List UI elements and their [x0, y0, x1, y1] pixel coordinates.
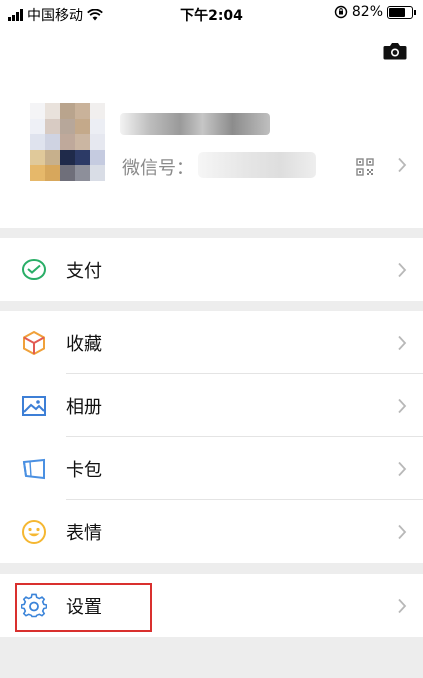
- avatar-pixel: [45, 103, 60, 119]
- cube-icon: [23, 330, 45, 355]
- avatar-pixel: [75, 149, 90, 166]
- battery-icon: [387, 5, 416, 19]
- avatar-pixel: [75, 103, 90, 119]
- card-icon: [22, 458, 45, 479]
- avatar-pixel: [75, 134, 90, 150]
- avatar-pixel: [90, 134, 105, 150]
- menu-label-stickers: 表情: [66, 522, 102, 544]
- battery-group: 82%: [334, 4, 416, 20]
- wallet-icon: [21, 258, 47, 280]
- battery-fill: [389, 7, 405, 17]
- group-pay: 支付: [0, 238, 423, 301]
- avatar-pixel: [60, 149, 75, 166]
- avatar-pixel: [45, 149, 60, 166]
- avatar-pixel: [60, 118, 75, 135]
- avatar-pixel: [45, 165, 60, 181]
- avatar-pixel: [90, 103, 105, 119]
- group-settings: 设置: [0, 574, 423, 637]
- avatar-pixel: [30, 134, 45, 150]
- qr-code-icon[interactable]: [356, 158, 374, 176]
- menu-item-cards[interactable]: 卡包: [0, 437, 423, 500]
- wechat-id-label: 微信号：: [122, 158, 194, 179]
- menu-label-favorites: 收藏: [66, 333, 102, 355]
- smile-icon: [22, 519, 46, 544]
- gear-icon: [21, 593, 47, 617]
- avatar-pixel: [60, 165, 75, 181]
- avatar-pixel: [90, 165, 105, 181]
- avatar-pixel: [90, 149, 105, 166]
- avatar-pixel: [75, 165, 90, 181]
- battery-percent: 82%: [351, 4, 383, 20]
- group-main: 收藏 相册 卡包 表情: [0, 311, 423, 563]
- avatar-pixel: [75, 118, 90, 135]
- avatar[interactable]: [30, 103, 105, 181]
- profile-header[interactable]: 微信号：: [0, 28, 423, 228]
- wechat-id-blurred: [198, 152, 316, 178]
- nickname-blurred: [120, 113, 270, 135]
- avatar-pixel: [30, 165, 45, 181]
- avatar-pixel: [30, 118, 45, 135]
- avatar-pixel: [90, 118, 105, 135]
- menu-item-album[interactable]: 相册: [0, 374, 423, 437]
- menu-item-stickers[interactable]: 表情: [0, 500, 423, 563]
- menu-label-cards: 卡包: [66, 459, 102, 481]
- camera-icon[interactable]: [383, 42, 407, 60]
- menu-item-pay[interactable]: 支付: [0, 238, 423, 301]
- avatar-pixel: [30, 149, 45, 166]
- chevron-right-icon: [398, 398, 407, 413]
- avatar-pixel: [45, 134, 60, 150]
- avatar-pixel: [30, 103, 45, 119]
- avatar-pixel: [60, 134, 75, 150]
- chevron-right-icon: [398, 598, 407, 613]
- orientation-lock-icon: [334, 5, 348, 19]
- status-bar: 中国移动 下午2:04 82%: [0, 0, 423, 28]
- image-icon: [22, 395, 46, 416]
- chevron-right-icon: [398, 157, 407, 173]
- avatar-pixel: [45, 118, 60, 135]
- chevron-right-icon: [398, 524, 407, 539]
- chevron-right-icon: [398, 335, 407, 350]
- chevron-right-icon: [398, 461, 407, 476]
- menu-label-album: 相册: [66, 396, 102, 418]
- avatar-pixel: [60, 103, 75, 119]
- chevron-right-icon: [398, 262, 407, 277]
- menu-item-settings[interactable]: 设置: [0, 574, 423, 637]
- menu-label-settings: 设置: [66, 596, 102, 618]
- menu-label-pay: 支付: [66, 260, 102, 282]
- menu-item-favorites[interactable]: 收藏: [0, 311, 423, 374]
